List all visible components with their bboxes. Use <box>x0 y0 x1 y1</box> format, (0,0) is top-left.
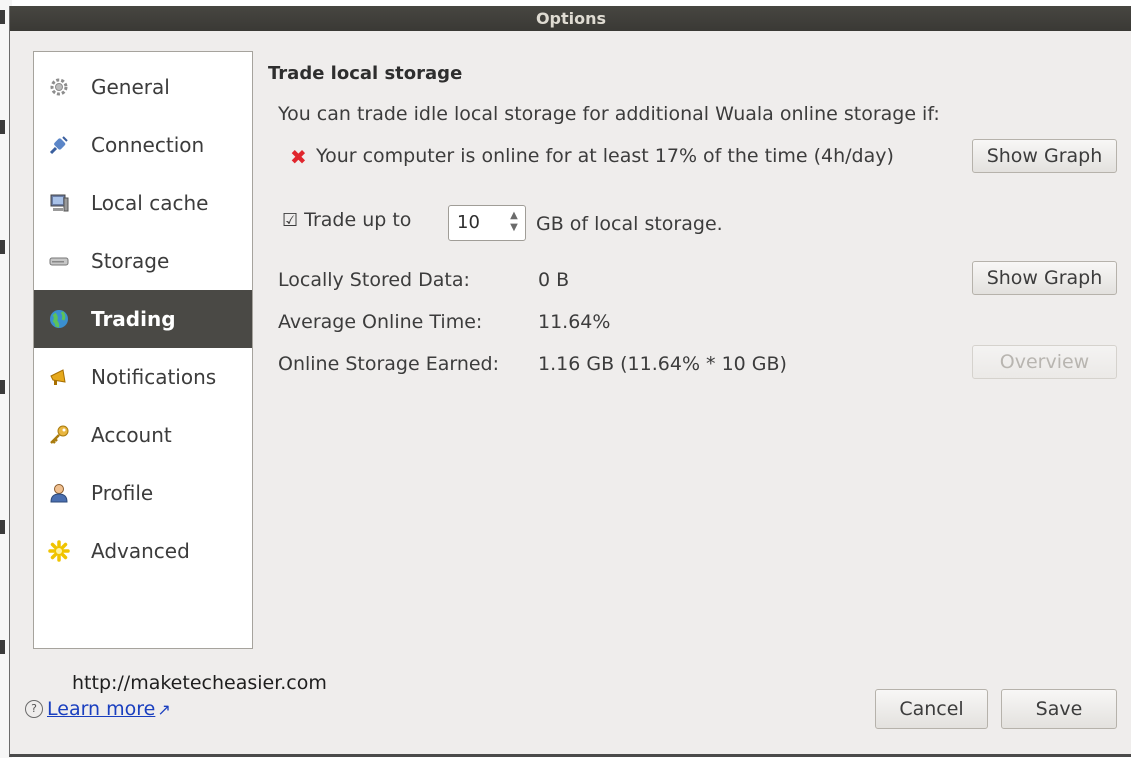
sidebar-item-trading[interactable]: Trading <box>34 290 252 348</box>
sidebar-item-label: Account <box>91 423 172 447</box>
earned-label: Online Storage Earned: <box>278 353 500 375</box>
window-title: Options <box>535 9 607 28</box>
intro-text: You can trade idle local storage for add… <box>278 103 940 125</box>
learn-more-row: ? Learn more ↗ <box>25 698 171 720</box>
learn-more-link[interactable]: Learn more <box>47 698 155 720</box>
sidebar-item-advanced[interactable]: Advanced <box>34 522 252 580</box>
sidebar-item-storage[interactable]: Storage <box>34 232 252 290</box>
help-icon: ? <box>25 700 43 718</box>
options-dialog: Options General Connection Local cache S… <box>9 6 1131 757</box>
show-graph-button[interactable]: Show Graph <box>972 139 1117 173</box>
options-sidebar: General Connection Local cache Storage T… <box>33 51 253 649</box>
locally-stored-value: 0 B <box>538 269 570 291</box>
sidebar-item-label: Notifications <box>91 365 217 389</box>
trade-amount-value: 10 <box>457 212 480 233</box>
cancel-button[interactable]: Cancel <box>875 689 988 729</box>
hard-drive-icon <box>48 250 70 272</box>
gear-icon <box>48 76 70 98</box>
computer-icon <box>48 192 70 214</box>
sidebar-item-label: Trading <box>91 307 176 331</box>
sidebar-item-profile[interactable]: Profile <box>34 464 252 522</box>
avg-online-value: 11.64% <box>538 311 611 333</box>
save-button[interactable]: Save <box>1001 689 1117 729</box>
avg-online-label: Average Online Time: <box>278 311 483 333</box>
trade-checkbox[interactable]: ☑ <box>282 210 298 231</box>
error-x-icon: ✖ <box>290 145 307 169</box>
star-icon <box>48 540 70 562</box>
megaphone-icon <box>48 366 70 388</box>
title-bar[interactable]: Options <box>10 6 1131 31</box>
sidebar-item-label: Local cache <box>91 191 209 215</box>
section-title: Trade local storage <box>268 63 463 84</box>
sidebar-item-local-cache[interactable]: Local cache <box>34 174 252 232</box>
external-link-icon: ↗ <box>157 699 171 719</box>
requirement-text: Your computer is online for at least 17%… <box>316 145 894 167</box>
earned-value: 1.16 GB (11.64% * 10 GB) <box>538 353 787 375</box>
trade-amount-spinbox[interactable]: 10 ▲ ▼ <box>448 205 526 241</box>
sidebar-item-connection[interactable]: Connection <box>34 116 252 174</box>
watermark-url: http://maketecheasier.com <box>72 672 327 694</box>
sidebar-item-label: Connection <box>91 133 205 157</box>
plug-icon <box>48 134 70 156</box>
trading-panel: Trade local storage You can trade idle l… <box>268 51 1128 551</box>
trade-suffix-label: GB of local storage. <box>536 213 723 235</box>
sidebar-item-label: Advanced <box>91 539 190 563</box>
person-icon <box>48 482 70 504</box>
sidebar-item-notifications[interactable]: Notifications <box>34 348 252 406</box>
key-icon <box>48 424 70 446</box>
sidebar-item-label: Storage <box>91 249 170 273</box>
sidebar-item-general[interactable]: General <box>34 58 252 116</box>
globe-icon <box>48 308 70 330</box>
sidebar-item-label: Profile <box>91 481 154 505</box>
sidebar-item-label: General <box>91 75 170 99</box>
trade-checkbox-row: ☑ Trade up to <box>282 209 411 231</box>
show-graph-stored-button[interactable]: Show Graph <box>972 261 1117 295</box>
locally-stored-label: Locally Stored Data: <box>278 269 470 291</box>
trade-prefix-label: Trade up to <box>304 209 412 231</box>
sidebar-item-account[interactable]: Account <box>34 406 252 464</box>
overview-button[interactable]: Overview <box>972 345 1117 379</box>
spin-arrows-icon[interactable]: ▲ ▼ <box>507 210 521 236</box>
